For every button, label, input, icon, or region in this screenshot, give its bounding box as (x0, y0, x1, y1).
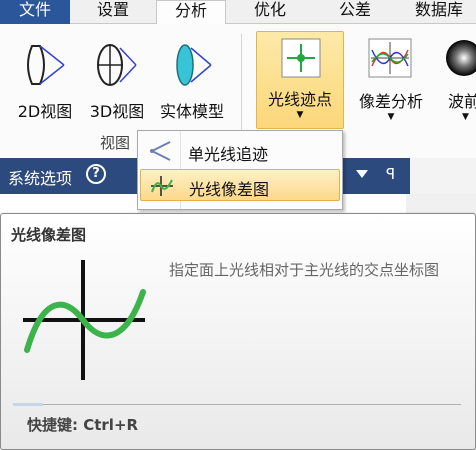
ribbon-tab-bar: 文件 设置 分析 优化 公差 数据库 (0, 0, 476, 25)
aberration-analysis-icon (368, 38, 412, 78)
chevron-down-icon: ▼ (462, 112, 469, 122)
ray-fan-icon (151, 176, 173, 196)
tooltip-divider-accent (13, 403, 43, 406)
3d-view-button[interactable]: 3D视图 (82, 34, 152, 124)
panel-dropdown-icon[interactable] (356, 170, 368, 178)
3d-view-icon (97, 44, 137, 86)
wavefront-label: 波前 (448, 92, 476, 111)
single-ray-trace-icon (150, 141, 171, 161)
help-icon[interactable]: ? (86, 164, 106, 184)
aberration-analysis-button[interactable]: 像差分析 ▼ (352, 34, 430, 130)
chevron-down-icon: ▼ (296, 110, 304, 120)
ray-fan-tooltip: 光线像差图 指定面上光线相对于主光线的交点坐标图 快捷键: Ctrl+R (0, 213, 476, 450)
ray-fan-label: 光线像差图 (189, 180, 270, 199)
chevron-down-icon: ▼ (387, 112, 395, 122)
2d-view-icon (27, 45, 65, 85)
tab-tolerance[interactable]: 公差 (320, 0, 390, 24)
wavefront-icon (446, 40, 476, 76)
3d-view-label: 3D视图 (89, 102, 145, 121)
spot-diagram-label: 光线迹点 (267, 90, 332, 109)
tooltip-shortcut: 快捷键: Ctrl+R (27, 416, 139, 434)
ray-trace-dropdown-menu: 单光线追迹 光线像差图 (137, 130, 343, 210)
pin-icon[interactable]: ꟼ (386, 165, 395, 183)
tooltip-title: 光线像差图 (11, 226, 87, 244)
solid-model-label: 实体模型 (159, 102, 224, 121)
menu-item-single-ray-trace[interactable]: 单光线追迹 (140, 135, 340, 167)
tab-file[interactable]: 文件 (0, 0, 70, 24)
aberration-analysis-label: 像差分析 (358, 92, 423, 111)
tooltip-description: 指定面上光线相对于主光线的交点坐标图 (169, 261, 440, 279)
spot-diagram-icon (281, 38, 321, 78)
tab-optimize[interactable]: 优化 (240, 0, 300, 24)
tab-analysis[interactable]: 分析 (156, 0, 226, 25)
tooltip-divider (13, 404, 461, 405)
tab-database[interactable]: 数据库 (402, 0, 476, 24)
solid-model-icon (176, 44, 212, 86)
single-ray-trace-label: 单光线追迹 (188, 145, 269, 164)
view-group-label: 视图 (100, 134, 131, 152)
system-options-title: 系统选项 (8, 169, 73, 188)
menu-item-ray-fan[interactable]: 光线像差图 (140, 169, 340, 201)
wavefront-button[interactable]: 波前 ▼ (436, 34, 476, 130)
ray-fan-graphic-icon (23, 260, 146, 380)
2d-view-button[interactable]: 2D视图 (10, 34, 80, 124)
spot-diagram-button[interactable]: 光线迹点 ▼ (256, 31, 344, 129)
2d-view-label: 2D视图 (17, 102, 73, 121)
tab-settings[interactable]: 设置 (82, 0, 144, 24)
solid-model-button[interactable]: 实体模型 (153, 34, 231, 124)
